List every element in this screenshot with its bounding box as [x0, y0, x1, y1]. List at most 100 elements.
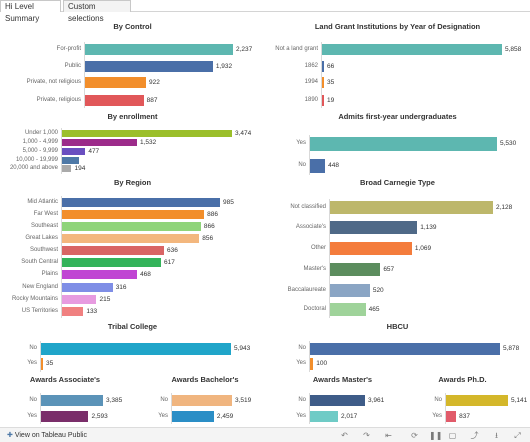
- admits-first-year-undergraduates-bar-yes[interactable]: [310, 137, 497, 151]
- broad-carnegie-type-value-associate-s: 1,139: [420, 223, 437, 231]
- tableau-logo-icon: ✚: [7, 432, 13, 439]
- by-region-bar-plains[interactable]: [62, 270, 138, 279]
- hbcu-bar-yes[interactable]: [310, 358, 314, 370]
- awards-master-s-bar-no[interactable]: [310, 395, 365, 406]
- comment-icon[interactable]: ▢: [448, 431, 457, 440]
- awards-bachelor-s-bar-yes[interactable]: [172, 411, 214, 422]
- by-control-bar-private-not-religious[interactable]: [85, 77, 146, 88]
- awards-ph-d-bar-yes[interactable]: [446, 411, 457, 422]
- share-icon[interactable]: ⤴: [470, 431, 479, 440]
- by-control-title: By Control: [113, 22, 152, 31]
- awards-ph-d-label-no: No: [434, 396, 442, 403]
- by-enrollment-label-20-000-and-above: 20,000 and above: [9, 164, 58, 171]
- awards-bachelor-s-title: Awards Bachelor's: [171, 375, 239, 384]
- by-control-bar-public[interactable]: [85, 61, 213, 72]
- awards-associate-s-bar-no[interactable]: [41, 395, 103, 406]
- admits-first-year-undergraduates-bar-no[interactable]: [310, 159, 326, 173]
- broad-carnegie-type-label-doctoral: Doctoral: [303, 305, 326, 312]
- by-region-bar-far-west[interactable]: [62, 210, 205, 219]
- land-grant-institutions-by-year-of-designation-label-1862: 1862: [304, 62, 318, 69]
- land-grant-institutions-by-year-of-designation-bar-1890[interactable]: [322, 95, 324, 106]
- awards-associate-s-label-yes: Yes: [27, 412, 37, 419]
- by-region-bar-southwest[interactable]: [62, 246, 165, 255]
- broad-carnegie-type-bar-baccalaureate[interactable]: [330, 284, 370, 297]
- hbcu-value-no: 5,878: [503, 345, 520, 352]
- awards-ph-d-value-yes: 837: [459, 412, 470, 420]
- broad-carnegie-type-value-not-classified: 2,128: [496, 203, 513, 211]
- land-grant-institutions-by-year-of-designation-bar-1994[interactable]: [322, 77, 324, 88]
- by-enrollment-bar-10-000-19-999[interactable]: [62, 157, 79, 164]
- by-region-label-great-lakes: Great Lakes: [25, 234, 58, 241]
- tribal-college-bar-no[interactable]: [41, 343, 231, 355]
- redo-icon[interactable]: ↷: [362, 431, 371, 440]
- refresh-icon[interactable]: ⟳: [410, 431, 419, 440]
- awards-ph-d-title: Awards Ph.D.: [438, 375, 487, 384]
- awards-ph-d-label-yes: Yes: [432, 412, 442, 419]
- land-grant-institutions-by-year-of-designation-bar-1862[interactable]: [322, 61, 325, 72]
- hbcu-bar-no[interactable]: [310, 343, 500, 355]
- land-grant-institutions-by-year-of-designation-title: Land Grant Institutions by Year of Desig…: [314, 22, 481, 31]
- by-enrollment-value-1-000-4-999: 1,532: [139, 138, 157, 146]
- view-on-tableau-public-label: View on Tableau Public: [14, 432, 87, 439]
- tab-custom-selections[interactable]: Custom selections: [63, 0, 131, 23]
- by-control-value-private-not-religious: 922: [148, 78, 160, 86]
- broad-carnegie-type-label-baccalaureate: Baccalaureate: [287, 286, 326, 293]
- by-enrollment-label-10-000-19-999: 10,000 - 19,999: [15, 156, 58, 163]
- admits-first-year-undergraduates-label-yes: Yes: [296, 140, 306, 146]
- undo-icon[interactable]: ↶: [340, 431, 349, 440]
- by-enrollment-value-20-000-and-above: 194: [74, 164, 86, 172]
- land-grant-institutions-by-year-of-designation-value-1994: 35: [327, 78, 335, 86]
- broad-carnegie-type-bar-not-classified[interactable]: [330, 201, 493, 214]
- fullscreen-icon[interactable]: ⤢: [513, 431, 522, 440]
- revert-icon[interactable]: ⇤: [384, 431, 393, 440]
- awards-bachelor-s-value-yes: 2,459: [216, 412, 234, 420]
- broad-carnegie-type-label-not-classified: Not classified: [290, 203, 326, 210]
- by-region-bar-us-territories[interactable]: [62, 307, 84, 316]
- land-grant-institutions-by-year-of-designation-value-1862: 66: [327, 62, 335, 70]
- tableau-toolbar: ✚ View on Tableau Public ↶ ↷ ⇤ ⟳ ❚❚ ▢ ⤴ …: [0, 427, 530, 442]
- tab-hi-level-summary[interactable]: Hi Level Summary: [0, 0, 61, 23]
- tribal-college-bar-yes[interactable]: [41, 358, 43, 370]
- by-region-bar-new-england[interactable]: [62, 283, 113, 292]
- download-icon[interactable]: ⭳: [492, 431, 501, 440]
- admits-first-year-undergraduates-title: Admits first-year undergraduates: [338, 112, 457, 121]
- awards-master-s-label-yes: Yes: [296, 412, 306, 419]
- awards-ph-d-bar-no[interactable]: [446, 395, 508, 406]
- by-region-label-new-england: New England: [22, 283, 58, 290]
- by-region-bar-rocky-mountains[interactable]: [62, 295, 97, 304]
- broad-carnegie-type-title: Broad Carnegie Type: [360, 178, 435, 187]
- pause-icon[interactable]: ❚❚: [429, 431, 442, 440]
- by-enrollment-bar-1-000-4-999[interactable]: [62, 139, 137, 146]
- land-grant-institutions-by-year-of-designation-bar-not-a-land-grant[interactable]: [322, 44, 502, 55]
- hbcu-label-yes: Yes: [296, 360, 306, 366]
- by-region-value-plains: 468: [140, 270, 151, 278]
- by-enrollment-bar-under-1-000[interactable]: [62, 130, 232, 137]
- broad-carnegie-type-value-master-s: 657: [383, 265, 395, 273]
- by-enrollment-bar-5-000-9-999[interactable]: [62, 148, 86, 155]
- by-region-bar-mid-atlantic[interactable]: [62, 198, 220, 207]
- broad-carnegie-type-bar-doctoral[interactable]: [330, 303, 366, 316]
- by-control-bar-private-religious[interactable]: [85, 95, 144, 106]
- by-enrollment-value-under-1-000: 3,474: [235, 129, 252, 137]
- admits-first-year-undergraduates-label-no: No: [298, 162, 306, 168]
- broad-carnegie-type-bar-associate-s[interactable]: [330, 221, 418, 234]
- broad-carnegie-type-label-associate-s: Associate's: [295, 223, 326, 230]
- by-enrollment-bar-20-000-and-above[interactable]: [62, 165, 72, 172]
- hbcu-label-no: No: [298, 345, 306, 351]
- broad-carnegie-type-bar-other[interactable]: [330, 242, 412, 255]
- by-region-bar-southeast[interactable]: [62, 222, 201, 231]
- awards-associate-s-bar-yes[interactable]: [41, 411, 89, 422]
- awards-master-s-label-no: No: [298, 396, 306, 403]
- by-enrollment-value-5-000-9-999: 477: [88, 147, 100, 155]
- awards-master-s-bar-yes[interactable]: [310, 411, 338, 422]
- broad-carnegie-type-bar-master-s[interactable]: [330, 263, 381, 276]
- view-on-tableau-public-link[interactable]: ✚ View on Tableau Public: [7, 430, 87, 441]
- by-region-title: By Region: [113, 178, 152, 187]
- by-control-value-public: 1,932: [215, 62, 233, 70]
- awards-bachelor-s-bar-no[interactable]: [172, 395, 232, 406]
- by-region-bar-south-central[interactable]: [62, 258, 161, 267]
- awards-associate-s-title: Awards Associate's: [29, 375, 101, 384]
- by-region-label-rocky-mountains: Rocky Mountains: [11, 295, 58, 302]
- by-region-bar-great-lakes[interactable]: [62, 234, 200, 243]
- by-control-bar-for-profit[interactable]: [85, 44, 233, 55]
